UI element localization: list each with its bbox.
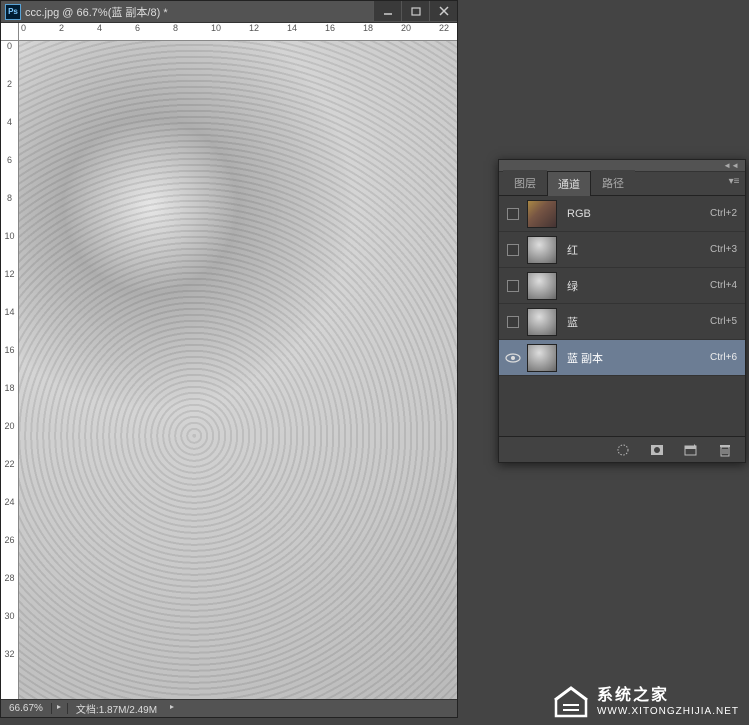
watermark: 系统之家 WWW.XITONGZHIJIA.NET — [553, 685, 739, 719]
document-title: ccc.jpg @ 66.7%(蓝 副本/8) * — [25, 4, 373, 20]
channel-row-绿[interactable]: 绿Ctrl+4 — [499, 268, 745, 304]
visibility-checkbox — [507, 208, 519, 220]
ruler-h-tick: 14 — [285, 23, 297, 40]
ruler-h-tick: 4 — [95, 23, 102, 40]
channel-thumbnail — [527, 200, 557, 228]
document-window: Ps ccc.jpg @ 66.7%(蓝 副本/8) * 02468101214… — [0, 0, 458, 718]
panel-footer — [499, 436, 745, 462]
channel-list-empty-area[interactable] — [499, 376, 745, 436]
ruler-h-tick: 22 — [437, 23, 449, 40]
ps-app-icon: Ps — [5, 4, 21, 20]
ruler-h-tick: 12 — [247, 23, 259, 40]
channel-shortcut: Ctrl+4 — [710, 280, 737, 291]
status-bar: 66.67% 文档:1.87M/2.49M — [1, 699, 457, 717]
visibility-toggle[interactable] — [499, 280, 527, 292]
ruler-v-tick: 6 — [1, 155, 18, 165]
channel-shortcut: Ctrl+2 — [710, 208, 737, 219]
new-channel-icon[interactable] — [683, 443, 699, 457]
visibility-checkbox — [507, 316, 519, 328]
collapse-icon: ◄◄ — [723, 161, 739, 170]
ruler-origin[interactable] — [1, 23, 19, 41]
maximize-button[interactable] — [401, 1, 429, 21]
status-doc-size: 文档:1.87M/2.49M — [68, 701, 165, 716]
tab-图层[interactable]: 图层 — [503, 170, 547, 195]
ruler-h-tick: 10 — [209, 23, 221, 40]
ruler-h-tick: 20 — [399, 23, 411, 40]
channel-row-红[interactable]: 红Ctrl+3 — [499, 232, 745, 268]
channel-thumbnail — [527, 344, 557, 372]
ruler-v-tick: 28 — [1, 573, 18, 583]
ruler-h-tick: 18 — [361, 23, 373, 40]
ruler-vertical[interactable]: 02468101214161820222426283032 — [1, 41, 19, 699]
ruler-v-tick: 4 — [1, 117, 18, 127]
ruler-v-tick: 20 — [1, 421, 18, 431]
ruler-horizontal[interactable]: 0 2 4 6 8 10 12 14 16 18 20 22 — [19, 23, 457, 41]
ruler-h-tick: 6 — [133, 23, 140, 40]
canvas-viewport[interactable] — [19, 41, 457, 699]
status-zoom-chevron-icon[interactable] — [52, 703, 68, 714]
channel-thumbnail — [527, 272, 557, 300]
channel-thumbnail — [527, 308, 557, 336]
ruler-v-tick: 26 — [1, 535, 18, 545]
title-bar: Ps ccc.jpg @ 66.7%(蓝 副本/8) * — [1, 1, 457, 23]
ruler-v-tick: 12 — [1, 269, 18, 279]
ruler-h-tick: 2 — [57, 23, 64, 40]
ruler-v-tick: 24 — [1, 497, 18, 507]
visibility-toggle[interactable] — [499, 316, 527, 328]
channel-row-蓝[interactable]: 蓝Ctrl+5 — [499, 304, 745, 340]
watermark-url: WWW.XITONGZHIJIA.NET — [597, 706, 739, 718]
ruler-v-tick: 22 — [1, 459, 18, 469]
canvas-image — [19, 41, 457, 699]
window-controls — [373, 1, 457, 22]
visibility-checkbox — [507, 280, 519, 292]
save-selection-icon[interactable] — [649, 443, 665, 457]
visibility-toggle[interactable] — [499, 353, 527, 363]
ruler-v-tick: 2 — [1, 79, 18, 89]
eye-icon — [505, 353, 521, 363]
channel-shortcut: Ctrl+6 — [710, 352, 737, 363]
load-selection-icon[interactable] — [615, 443, 631, 457]
ruler-v-tick: 14 — [1, 307, 18, 317]
channel-row-RGB[interactable]: RGBCtrl+2 — [499, 196, 745, 232]
channel-shortcut: Ctrl+3 — [710, 244, 737, 255]
channel-name: 蓝 — [567, 314, 710, 330]
channel-thumbnail — [527, 236, 557, 264]
ruler-v-tick: 18 — [1, 383, 18, 393]
visibility-checkbox — [507, 244, 519, 256]
watermark-house-icon — [553, 685, 589, 719]
watermark-title: 系统之家 — [597, 686, 739, 705]
channel-name: 蓝 副本 — [567, 350, 710, 366]
panel-menu-button[interactable]: ▾≡ — [727, 176, 741, 187]
channel-name: RGB — [567, 208, 710, 220]
visibility-toggle[interactable] — [499, 244, 527, 256]
status-doc-chevron-icon[interactable] — [165, 703, 179, 714]
visibility-toggle[interactable] — [499, 208, 527, 220]
tab-路径[interactable]: 路径 — [591, 170, 635, 195]
close-button[interactable] — [429, 1, 457, 21]
channel-shortcut: Ctrl+5 — [710, 316, 737, 327]
minimize-button[interactable] — [373, 1, 401, 21]
ruler-h-tick: 16 — [323, 23, 335, 40]
status-zoom[interactable]: 66.67% — [1, 703, 52, 714]
ruler-v-tick: 0 — [1, 41, 18, 51]
channel-name: 绿 — [567, 278, 710, 294]
ruler-v-tick: 16 — [1, 345, 18, 355]
channel-list: RGBCtrl+2红Ctrl+3绿Ctrl+4蓝Ctrl+5蓝 副本Ctrl+6 — [499, 196, 745, 376]
panel-tab-strip: 图层通道路径 ▾≡ — [499, 172, 745, 196]
ruler-v-tick: 8 — [1, 193, 18, 203]
ruler-h-tick: 8 — [171, 23, 178, 40]
delete-channel-icon[interactable] — [717, 443, 733, 457]
channels-panel: ◄◄ 图层通道路径▾≡ RGBCtrl+2红Ctrl+3绿Ctrl+4蓝Ctrl… — [498, 159, 746, 463]
ruler-h-tick: 0 — [19, 23, 26, 40]
ruler-v-tick: 30 — [1, 611, 18, 621]
channel-row-蓝 副本[interactable]: 蓝 副本Ctrl+6 — [499, 340, 745, 376]
ruler-v-tick: 10 — [1, 231, 18, 241]
tab-通道[interactable]: 通道 — [547, 171, 591, 196]
channel-name: 红 — [567, 242, 710, 258]
ruler-v-tick: 32 — [1, 649, 18, 659]
